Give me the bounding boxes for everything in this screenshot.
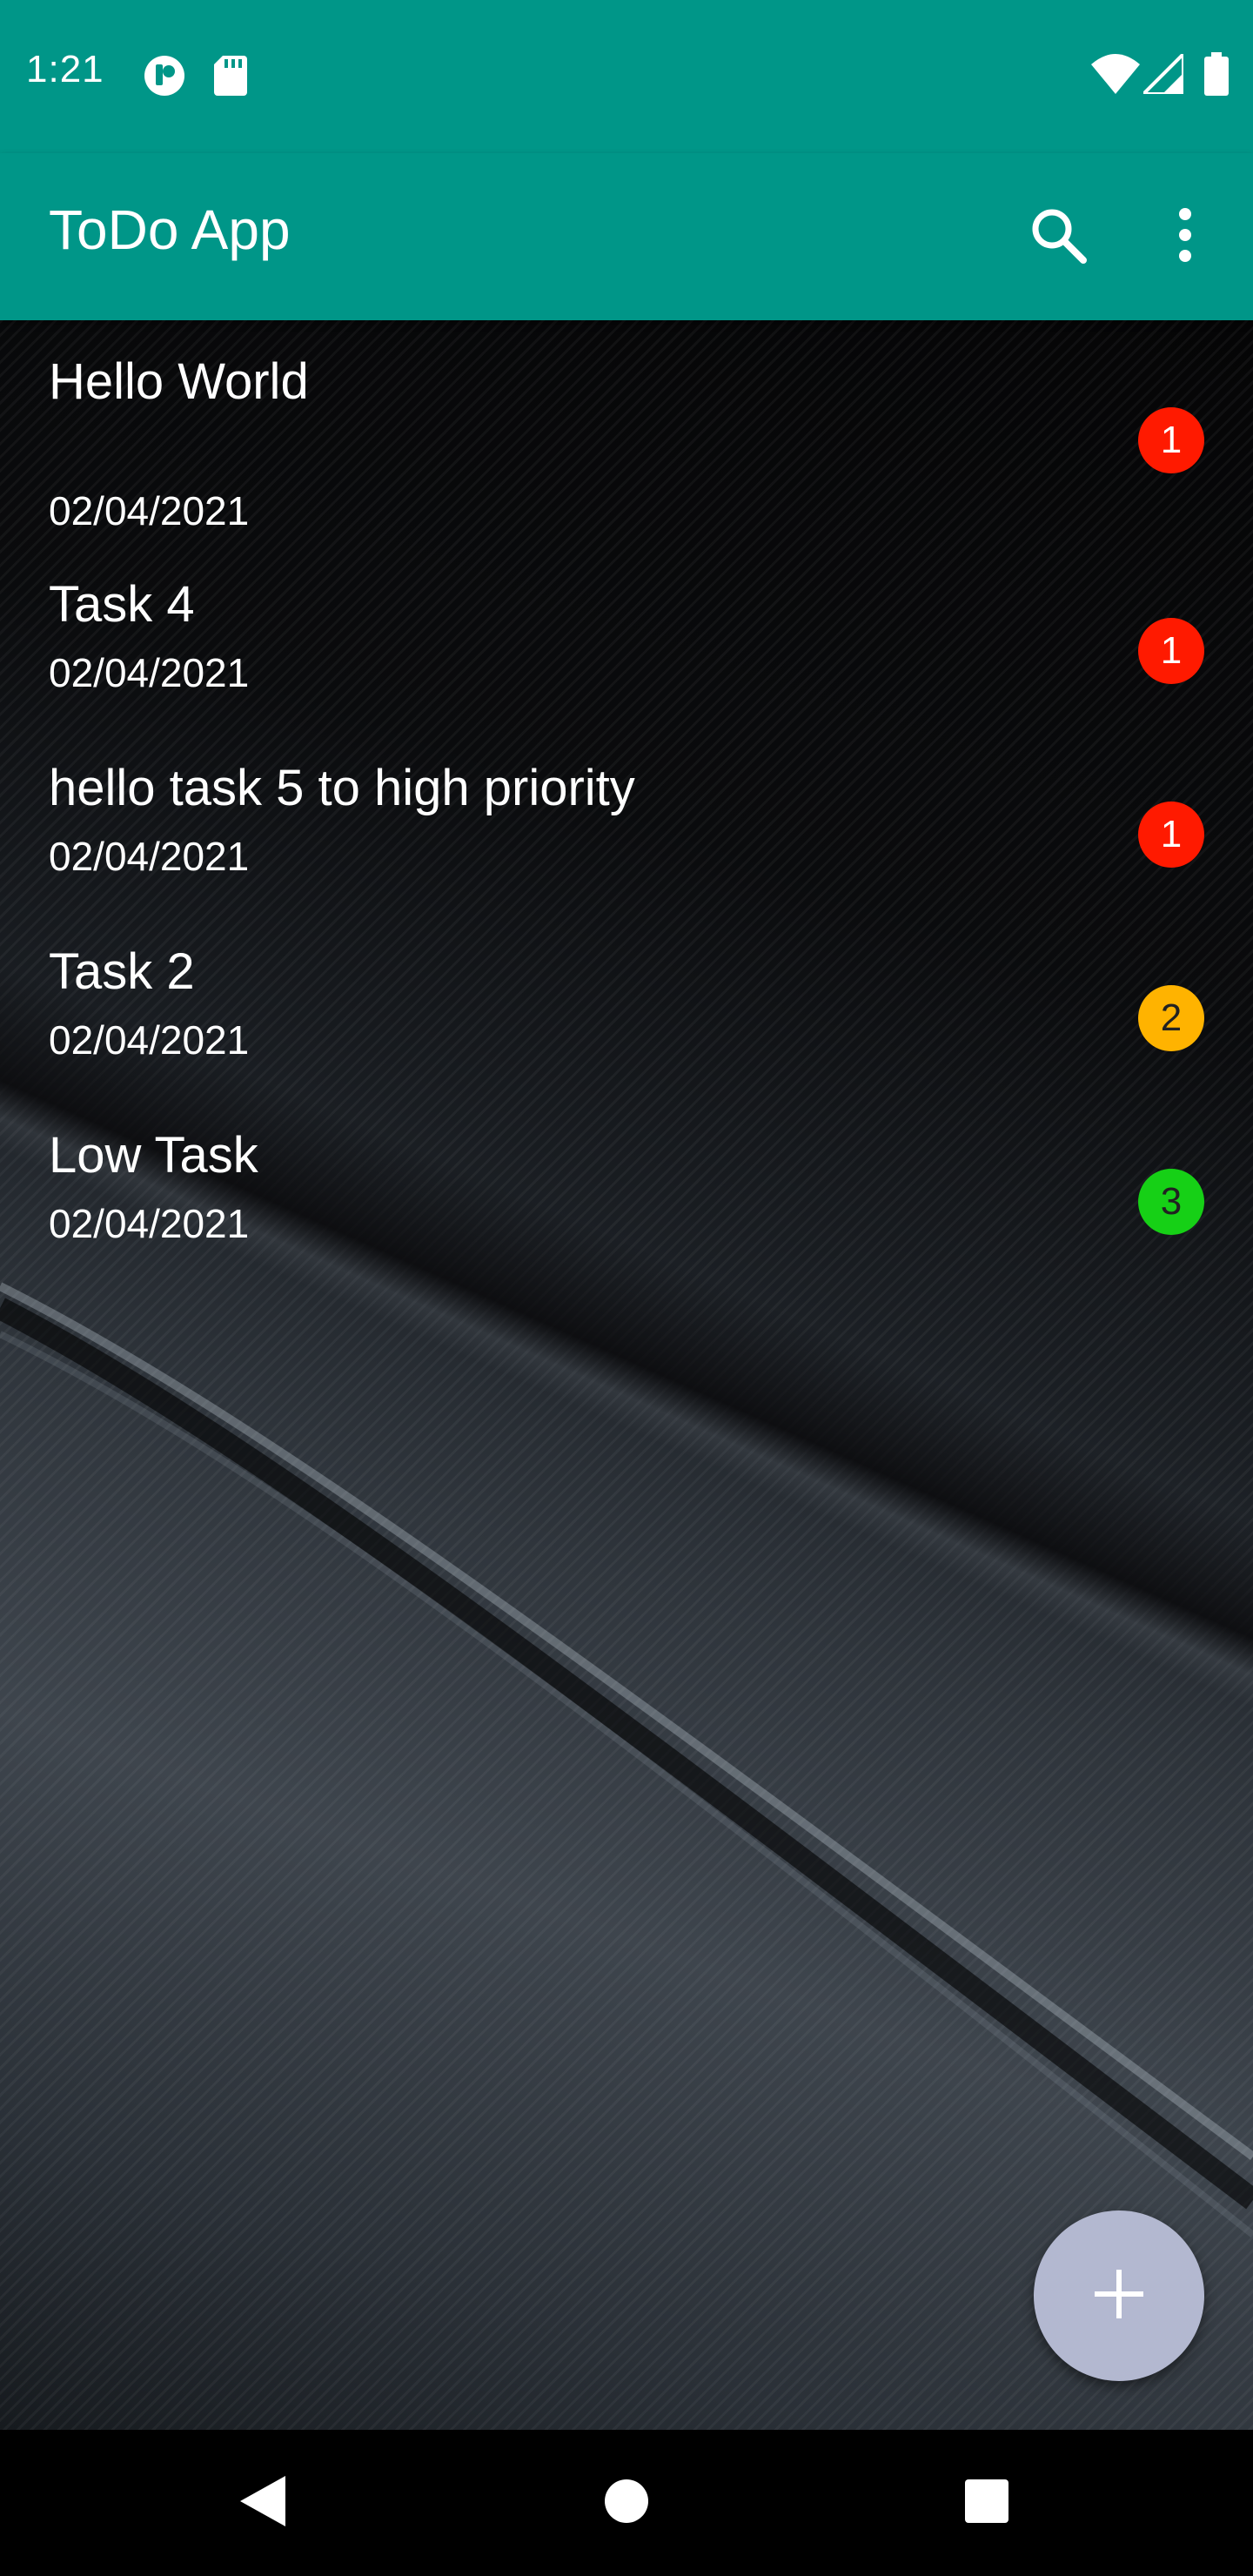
task-title: Hello World [49, 353, 309, 410]
search-button[interactable] [1009, 188, 1107, 285]
back-button[interactable] [207, 2447, 318, 2559]
sd-card-icon [214, 56, 247, 100]
status-time: 1:21 [26, 48, 104, 91]
priority-badge: 2 [1138, 985, 1204, 1051]
search-icon [1029, 206, 1087, 268]
more-vert-icon [1176, 207, 1194, 267]
priority-badge: 1 [1138, 407, 1204, 473]
priority-badge: 3 [1138, 1169, 1204, 1235]
add-task-button[interactable] [1034, 2210, 1204, 2381]
task-item[interactable]: hello task 5 to high priority 02/04/2021… [0, 730, 1253, 914]
task-date: 02/04/2021 [49, 1017, 250, 1063]
task-title: Task 2 [49, 943, 195, 1000]
back-icon [238, 2474, 287, 2532]
app-bar: ToDo App [0, 153, 1253, 320]
task-item[interactable]: Task 2 02/04/2021 2 [0, 914, 1253, 1097]
task-item[interactable]: Low Task 02/04/2021 3 [0, 1097, 1253, 1281]
wifi-icon [1091, 54, 1140, 98]
recents-icon [963, 2478, 1010, 2529]
task-title: Task 4 [49, 576, 195, 633]
priority-badge: 1 [1138, 802, 1204, 868]
home-button[interactable] [571, 2447, 682, 2559]
task-title: Low Task [49, 1127, 258, 1184]
task-item[interactable]: Hello World 02/04/2021 1 [0, 320, 1253, 547]
signal-icon [1139, 50, 1185, 98]
status-bar: 1:21 [0, 0, 1253, 153]
priority-badge: 1 [1138, 618, 1204, 684]
task-item[interactable]: Task 4 02/04/2021 1 [0, 547, 1253, 730]
task-date: 02/04/2021 [49, 1201, 250, 1246]
app-title: ToDo App [49, 198, 291, 261]
task-date: 02/04/2021 [49, 834, 250, 879]
battery-icon [1204, 52, 1229, 100]
notification-app-icon [143, 54, 186, 102]
task-list-area[interactable]: Hello World 02/04/2021 1 Task 4 02/04/20… [0, 320, 1253, 2430]
task-list: Hello World 02/04/2021 1 Task 4 02/04/20… [0, 320, 1253, 1281]
home-icon [603, 2478, 650, 2529]
task-date: 02/04/2021 [49, 650, 250, 695]
plus-icon [1095, 2269, 1143, 2323]
navigation-bar [0, 2430, 1253, 2576]
task-date: 02/04/2021 [49, 488, 250, 533]
task-title: hello task 5 to high priority [49, 760, 635, 816]
more-options-button[interactable] [1136, 188, 1234, 285]
recents-button[interactable] [931, 2447, 1042, 2559]
